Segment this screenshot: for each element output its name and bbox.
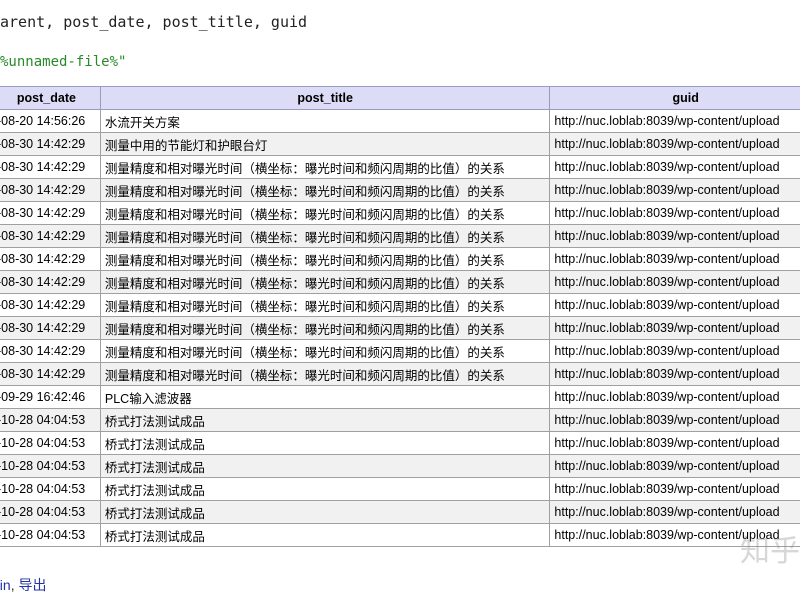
cell-post-date: -10-28 04:04:53 [0,477,101,501]
column-header-guid[interactable]: guid [549,86,800,110]
column-header-post-title[interactable]: post_title [99,86,551,110]
table-row: -08-30 14:42:29 测量精度和相对曝光时间（横坐标：曝光时间和频闪周期… [0,362,800,386]
cell-guid: http://nuc.loblab:8039/wp-content/upload [549,201,800,225]
table-body: -08-20 14:56:26 水流开关方案 http://nuc.loblab:8… [0,109,800,547]
cell-post-title: 测量精度和相对曝光时间（横坐标：曝光时间和频闪周期的比值）的关系 [99,155,551,179]
cell-guid: http://nuc.loblab:8039/wp-content/upload [549,293,800,317]
cell-guid: http://nuc.loblab:8039/wp-content/upload [549,247,800,271]
cell-post-title: 测量精度和相对曝光时间（横坐标：曝光时间和频闪周期的比值）的关系 [99,247,551,271]
table-row: -10-28 04:04:53 桥式打法测试成品 http://nuc.loblab… [0,431,800,455]
cell-guid: http://nuc.loblab:8039/wp-content/upload [549,431,800,455]
sql-query-string-literal: %unnamed-file%" [0,54,127,70]
cell-post-title: 测量精度和相对曝光时间（横坐标：曝光时间和频闪周期的比值）的关系 [99,339,551,363]
watermark: 知乎 [740,534,800,569]
cell-guid: http://nuc.loblab:8039/wp-content/upload [549,132,800,156]
table-row: -08-30 14:42:29 测量精度和相对曝光时间（横坐标：曝光时间和频闪周期… [0,155,800,179]
table-row: -08-20 14:56:26 水流开关方案 http://nuc.loblab:8… [0,109,800,133]
table-row: -08-30 14:42:29 测量精度和相对曝光时间（横坐标：曝光时间和频闪周期… [0,316,800,340]
cell-guid: http://nuc.loblab:8039/wp-content/upload [549,270,800,294]
cell-post-title: 桥式打法测试成品 [99,500,551,524]
cell-guid: http://nuc.loblab:8039/wp-content/upload [549,477,800,501]
cell-post-date: -10-28 04:04:53 [0,523,101,547]
cell-guid: http://nuc.loblab:8039/wp-content/upload [549,316,800,340]
cell-post-title: 测量精度和相对曝光时间（横坐标：曝光时间和频闪周期的比值）的关系 [99,224,551,248]
cell-post-title: 测量精度和相对曝光时间（横坐标：曝光时间和频闪周期的比值）的关系 [99,201,551,225]
cell-post-date: -10-28 04:04:53 [0,408,101,432]
table-row: -10-28 04:04:53 桥式打法测试成品 http://nuc.loblab… [0,408,800,432]
cell-post-date: -08-30 14:42:29 [0,132,101,156]
cell-guid: http://nuc.loblab:8039/wp-content/upload [549,109,800,133]
cell-post-date: -10-28 04:04:53 [0,431,101,455]
cell-post-title: 测量精度和相对曝光时间（横坐标：曝光时间和频闪周期的比值）的关系 [99,270,551,294]
cell-post-title: 测量精度和相对曝光时间（横坐标：曝光时间和频闪周期的比值）的关系 [99,178,551,202]
table-row: -08-30 14:42:29 测量精度和相对曝光时间（横坐标：曝光时间和频闪周期… [0,247,800,271]
column-header-post-date[interactable]: post_date [0,86,101,110]
cell-post-date: -08-30 14:42:29 [0,201,101,225]
sql-query-columns: arent, post_date, post_title, guid [0,13,308,31]
cell-post-title: 测量精度和相对曝光时间（横坐标：曝光时间和频闪周期的比值）的关系 [99,293,551,317]
table-row: -08-30 14:42:29 测量精度和相对曝光时间（横坐标：曝光时间和频闪周期… [0,339,800,363]
cell-guid: http://nuc.loblab:8039/wp-content/upload [549,155,800,179]
results-table: post_date post_title guid -08-20 14:56:2… [0,86,800,547]
cell-post-title: 桥式打法测试成品 [99,523,551,547]
cell-post-title: 水流开关方案 [99,109,551,133]
cell-post-title: PLC输入滤波器 [99,385,551,409]
cell-post-date: -08-30 14:42:29 [0,293,101,317]
table-row: -08-30 14:42:29 测量精度和相对曝光时间（横坐标：曝光时间和频闪周期… [0,224,800,248]
cell-post-date: -08-30 14:42:29 [0,270,101,294]
cell-post-date: -10-28 04:04:53 [0,454,101,478]
cell-post-title: 测量精度和相对曝光时间（横坐标：曝光时间和频闪周期的比值）的关系 [99,362,551,386]
cell-post-title: 测量中用的节能灯和护眼台灯 [99,132,551,156]
cell-post-title: 桥式打法测试成品 [99,454,551,478]
table-row: -10-28 04:04:53 桥式打法测试成品 http://nuc.loblab… [0,477,800,501]
cell-guid: http://nuc.loblab:8039/wp-content/upload [549,385,800,409]
cell-guid: http://nuc.loblab:8039/wp-content/upload [549,339,800,363]
table-row: -10-28 04:04:53 桥式打法测试成品 http://nuc.loblab… [0,500,800,524]
cell-post-date: -10-28 04:04:53 [0,500,101,524]
cell-post-date: -08-30 14:42:29 [0,316,101,340]
cell-guid: http://nuc.loblab:8039/wp-content/upload [549,362,800,386]
cell-post-title: 测量精度和相对曝光时间（横坐标：曝光时间和频闪周期的比值）的关系 [99,316,551,340]
table-row: -09-29 16:42:46 PLC输入滤波器 http://nuc.loblab… [0,385,800,409]
footer-link-main[interactable]: ain [0,577,11,593]
cell-post-title: 桥式打法测试成品 [99,408,551,432]
cell-guid: http://nuc.loblab:8039/wp-content/upload [549,500,800,524]
table-row: -08-30 14:42:29 测量精度和相对曝光时间（横坐标：曝光时间和频闪周期… [0,270,800,294]
cell-post-date: -08-30 14:42:29 [0,224,101,248]
table-row: -08-30 14:42:29 测量精度和相对曝光时间（横坐标：曝光时间和频闪周期… [0,201,800,225]
cell-guid: http://nuc.loblab:8039/wp-content/upload [549,224,800,248]
cell-post-date: -09-29 16:42:46 [0,385,101,409]
cell-guid: http://nuc.loblab:8039/wp-content/upload [549,178,800,202]
cell-post-date: -08-30 14:42:29 [0,247,101,271]
cell-guid: http://nuc.loblab:8039/wp-content/upload [549,408,800,432]
cell-guid: http://nuc.loblab:8039/wp-content/upload [549,454,800,478]
cell-post-date: -08-30 14:42:29 [0,178,101,202]
cell-post-date: -08-20 14:56:26 [0,109,101,133]
table-row: -10-28 04:04:53 桥式打法测试成品 http://nuc.loblab… [0,523,800,547]
table-row: -10-28 04:04:53 桥式打法测试成品 http://nuc.loblab… [0,454,800,478]
cell-post-date: -08-30 14:42:29 [0,339,101,363]
page: arent, post_date, post_title, guid %unna… [0,0,800,600]
export-link[interactable]: 导出 [18,577,46,593]
table-header-row: post_date post_title guid [0,86,800,110]
table-row: -08-30 14:42:29 测量中用的节能灯和护眼台灯 http://nuc.l… [0,132,800,156]
table-row: -08-30 14:42:29 测量精度和相对曝光时间（横坐标：曝光时间和频闪周期… [0,178,800,202]
footer-links: ain, 导出 [0,575,46,595]
results-grid: post_date post_title guid -08-20 14:56:2… [0,86,800,547]
cell-post-date: -08-30 14:42:29 [0,155,101,179]
cell-post-title: 桥式打法测试成品 [99,431,551,455]
cell-post-title: 桥式打法测试成品 [99,477,551,501]
cell-post-date: -08-30 14:42:29 [0,362,101,386]
table-row: -08-30 14:42:29 测量精度和相对曝光时间（横坐标：曝光时间和频闪周期… [0,293,800,317]
